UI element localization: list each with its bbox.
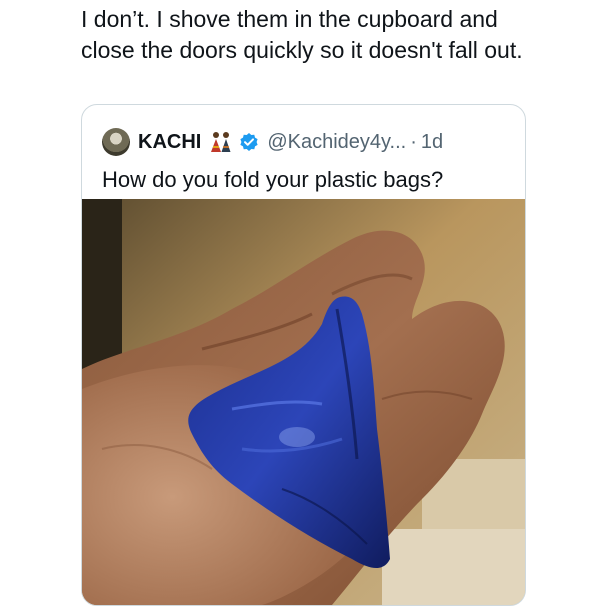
separator-dot: · <box>410 130 417 153</box>
display-name[interactable]: KACHI <box>138 131 201 154</box>
reply-text: I don’t. I shove them in the cupboard an… <box>81 6 523 63</box>
verified-badge-icon <box>239 132 259 152</box>
avatar[interactable] <box>102 128 130 156</box>
timestamp[interactable]: 1d <box>421 131 443 154</box>
handle[interactable]: @Kachidey4y... <box>267 131 406 154</box>
post-photo[interactable] <box>82 199 525 605</box>
quoted-post-header: KACHI @Kachidey4y... · 1d <box>102 127 443 157</box>
quoted-post-text: How do you fold your plastic bags? <box>102 167 444 192</box>
quoted-post-card[interactable]: KACHI @Kachidey4y... · 1d How do you fol… <box>81 104 526 606</box>
traditional-attire-emoji-icon <box>209 130 233 154</box>
